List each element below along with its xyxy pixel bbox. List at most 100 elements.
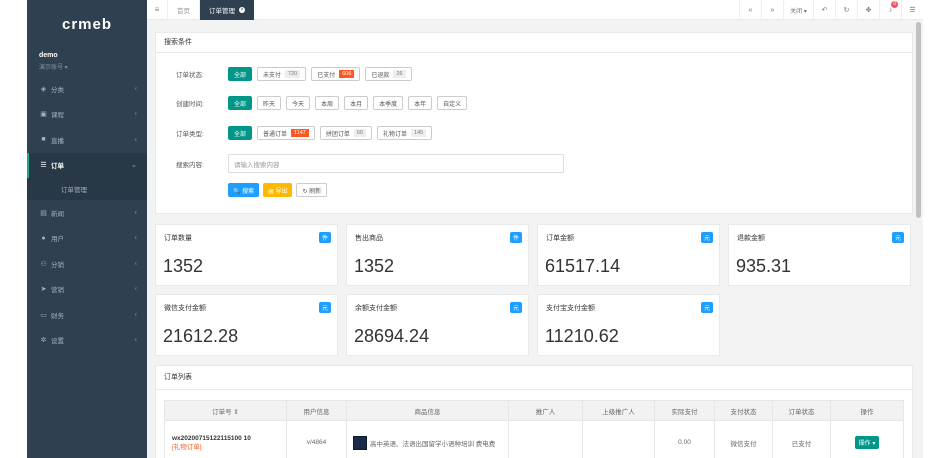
col-pay-status: 支付状态 <box>714 400 773 421</box>
tab-home[interactable]: 首页 <box>167 0 199 20</box>
sidebar-item-distribution[interactable]: ⚇ 分销 ‹ <box>27 251 147 277</box>
order-no: wx20200715122115100 10 <box>172 434 251 442</box>
search-button[interactable]: 🔍 搜索 <box>228 183 260 197</box>
product-name: 高中英语、法语出国留学小语种培训 费电费 <box>370 440 496 448</box>
close-dropdown-button[interactable]: 关闭 ▾ <box>783 0 813 20</box>
time-week-chip[interactable]: 本周 <box>315 96 340 110</box>
user-role-dropdown[interactable]: 演示账号 ▾ <box>39 62 135 71</box>
sidebar-item-category[interactable]: ◈ 分类 ‹ <box>27 76 147 102</box>
col-order-no[interactable]: 订单号 ⇕ <box>164 400 287 421</box>
refresh-button[interactable]: ↻ 刷新 <box>296 183 328 197</box>
search-content-row: 搜索内容: 请输入搜索内容 <box>176 154 564 173</box>
close-tab-icon[interactable]: × <box>239 6 245 13</box>
top-bar: ≡ 首页 订单管理 × « » 关闭 ▾ ↶ ↻ ✥ ♪ 0 ☰ <box>147 0 923 20</box>
search-panel-title: 搜索条件 <box>156 33 912 53</box>
order-list-title: 订单列表 <box>156 366 912 390</box>
sidebar-item-marketing[interactable]: ➤ 营销 ‹ <box>27 277 147 303</box>
chevron-left-icon: ‹ <box>134 209 137 217</box>
stat-card-balance-pay: 余额支付金额 元 28694.24 <box>346 294 529 356</box>
export-button[interactable]: ▤ 导出 <box>263 183 293 197</box>
type-normal-chip[interactable]: 普通订单 1147 <box>257 126 315 140</box>
col-parent-promoter: 上级推广人 <box>582 400 655 421</box>
sidebar-item-news[interactable]: ▤ 新闻 ‹ <box>27 200 147 226</box>
time-all-chip[interactable]: 全部 <box>228 96 253 110</box>
order-type-label: 订单类型: <box>176 131 204 138</box>
order-status-filter: 订单状态: 全部 未支付 720 已支付 606 已退款 26 <box>176 67 417 81</box>
chevron-left-icon: ‹ <box>134 260 137 268</box>
time-today-chip[interactable]: 今天 <box>286 96 311 110</box>
stat-card-wechat-pay: 微信支付金额 元 21612.28 <box>155 294 338 356</box>
stat-card-order-amount: 订单金额 元 61517.14 <box>537 224 720 286</box>
status-paid-chip[interactable]: 已支付 606 <box>311 67 361 81</box>
time-month-chip[interactable]: 本月 <box>344 96 369 110</box>
news-icon: ▤ <box>40 209 47 217</box>
col-action: 操作 <box>830 400 904 421</box>
notification-badge: 0 <box>891 1 898 8</box>
scroll-tabs-right-icon[interactable]: » <box>761 0 783 20</box>
promoter-cell <box>508 420 583 458</box>
sidebar-item-users[interactable]: ● 用户 ‹ <box>27 226 147 252</box>
order-no-cell: wx20200715122115100 10 [礼物订单] <box>164 420 287 458</box>
back-icon[interactable]: ↶ <box>813 0 835 20</box>
col-promoter: 推广人 <box>508 400 583 421</box>
bell-icon[interactable]: ♪ 0 <box>879 0 901 20</box>
time-year-chip[interactable]: 本年 <box>408 96 433 110</box>
order-list-panel: 订单列表 订单号 ⇕ 用户信息 商品信息 推广人 上级推广人 实际支付 支付状态… <box>155 365 913 458</box>
action-cell: 操作 ▾ <box>830 420 904 458</box>
sidebar: crmeb demo 演示账号 ▾ ◈ 分类 ‹ ▣ 课程 ‹ ■ 直播 ‹ ☰ 订单 ⌄ 订单… <box>27 0 147 458</box>
sidebar-item-settings[interactable]: ✲ 设置 ‹ <box>27 328 147 354</box>
stat-card-alipay: 支付宝支付金额 元 11210.62 <box>537 294 720 356</box>
order-status-label: 订单状态: <box>176 72 204 79</box>
user-box[interactable]: demo 演示账号 ▾ <box>27 48 147 76</box>
scrollbar-thumb[interactable] <box>916 22 921 218</box>
sidebar-item-orders[interactable]: ☰ 订单 ⌄ <box>27 152 147 178</box>
user-cell: v/4864 <box>286 420 347 458</box>
gear-icon: ✲ <box>40 337 47 345</box>
sidebar-subitem-order-management[interactable]: 订单管理 <box>27 178 147 200</box>
parent-promoter-cell <box>582 420 655 458</box>
paid-cell: 0.00 <box>654 420 715 458</box>
order-table-wrap: 订单号 ⇕ 用户信息 商品信息 推广人 上级推广人 实际支付 支付状态 订单状态… <box>156 390 912 458</box>
product-cell: 高中英语、法语出国留学小语种培训 费电费 <box>346 420 509 458</box>
order-type-filter: 订单类型: 全部 普通订单 1147 拼团订单 60 礼物订单 145 <box>176 126 437 140</box>
chevron-left-icon: ‹ <box>134 110 137 118</box>
share-icon: ⚇ <box>40 260 47 268</box>
menu-toggle-icon[interactable]: ≡ <box>147 5 167 14</box>
time-custom-chip[interactable]: 自定义 <box>437 96 468 110</box>
send-icon: ➤ <box>40 286 47 294</box>
search-input[interactable]: 请输入搜索内容 <box>228 154 564 173</box>
type-gift-chip[interactable]: 礼物订单 145 <box>377 126 433 140</box>
status-unpaid-chip[interactable]: 未支付 720 <box>257 67 307 81</box>
sidebar-item-course[interactable]: ▣ 课程 ‹ <box>27 102 147 128</box>
sidebar-item-live[interactable]: ■ 直播 ‹ <box>27 127 147 153</box>
refresh-icon[interactable]: ↻ <box>835 0 857 20</box>
scroll-tabs-left-icon[interactable]: « <box>739 0 761 20</box>
status-all-chip[interactable]: 全部 <box>228 67 253 81</box>
stat-card-refund-amount: 退款金额 元 935.31 <box>728 224 911 286</box>
user-icon: ● <box>41 234 46 242</box>
type-group-chip[interactable]: 拼团订单 60 <box>319 126 372 140</box>
order-table: 订单号 ⇕ 用户信息 商品信息 推广人 上级推广人 实际支付 支付状态 订单状态… <box>164 400 904 458</box>
status-refunded-chip[interactable]: 已退款 26 <box>365 67 412 81</box>
chevron-left-icon: ‹ <box>134 285 137 293</box>
chevron-left-icon: ‹ <box>134 136 137 144</box>
time-quarter-chip[interactable]: 本季度 <box>373 96 404 110</box>
search-content-label: 搜索内容: <box>176 161 204 169</box>
create-time-filter: 创建时间: 全部 昨天 今天 本周 本月 本季度 本年 自定义 <box>176 96 472 110</box>
sidebar-item-finance[interactable]: ▭ 财务 ‹ <box>27 302 147 328</box>
fullscreen-icon[interactable]: ✥ <box>857 0 879 20</box>
tags-icon: ◈ <box>40 85 47 93</box>
type-all-chip[interactable]: 全部 <box>228 126 253 140</box>
more-menu-icon[interactable]: ☰ <box>901 0 923 20</box>
table-row: wx20200715122115100 10 [礼物订单] v/4864 高中英… <box>164 420 904 458</box>
action-dropdown-button[interactable]: 操作 ▾ <box>854 436 880 449</box>
pay-status-cell: 微信支付 <box>714 420 773 458</box>
chevron-left-icon: ‹ <box>134 336 137 344</box>
user-name: demo <box>39 52 58 59</box>
main-content: 搜索条件 订单状态: 全部 未支付 720 已支付 606 已退款 26 创建时间: … <box>147 20 923 458</box>
table-header-row: 订单号 ⇕ 用户信息 商品信息 推广人 上级推广人 实际支付 支付状态 订单状态… <box>164 400 904 421</box>
list-icon: ☰ <box>40 162 47 170</box>
time-yesterday-chip[interactable]: 昨天 <box>257 96 282 110</box>
chevron-left-icon: ‹ <box>134 311 137 319</box>
tab-order-management[interactable]: 订单管理 × <box>199 0 254 20</box>
